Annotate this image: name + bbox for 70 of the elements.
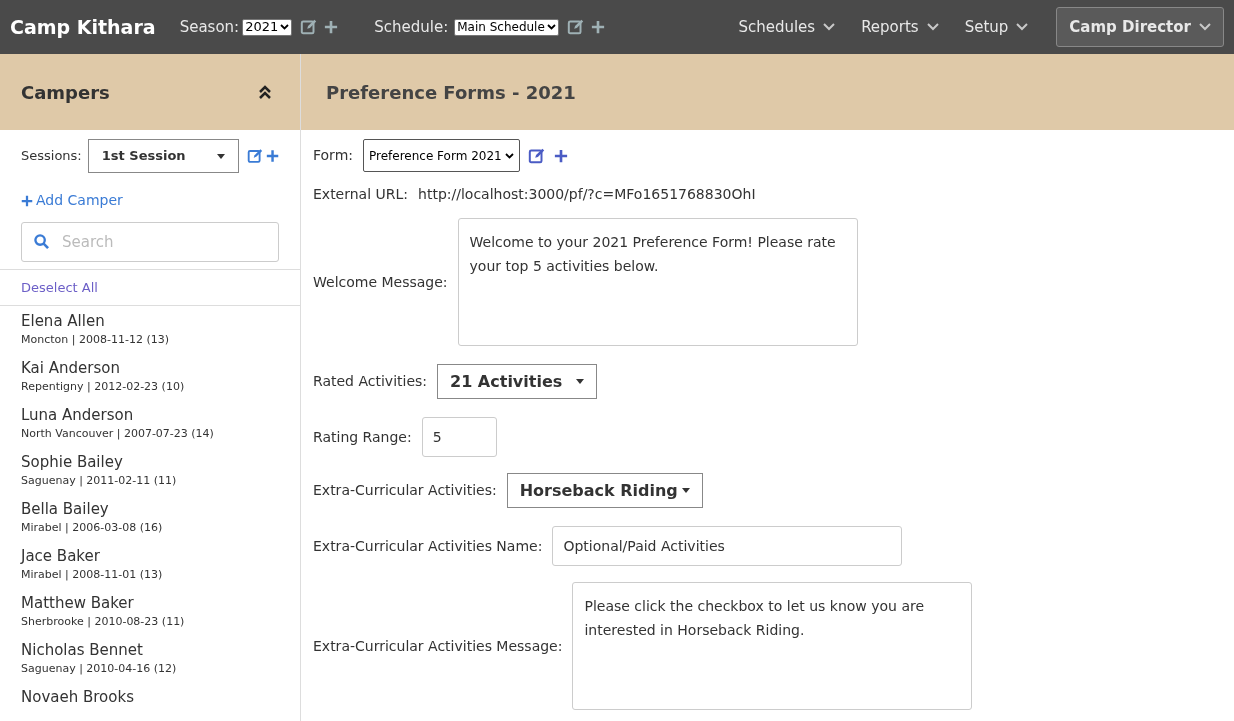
chevron-down-icon <box>504 152 514 159</box>
input-field[interactable]: Optional/Paid Activities <box>552 526 903 566</box>
camper-name[interactable]: Bella Bailey <box>21 498 279 519</box>
message-field[interactable]: Welcome to your 2021 Preference Form! Please rate your top 5 activities below. <box>457 218 858 346</box>
camper-details: Mirabel | 2008-11-01 (13) <box>21 566 164 583</box>
edit-icon[interactable] <box>566 18 585 36</box>
field-label: Extra-Curricular Activities: <box>313 481 497 500</box>
input-field[interactable]: 5 <box>421 417 497 457</box>
message-field[interactable]: Please click the checkbox to let us know you are interested in Horseback Riding. <box>572 582 973 710</box>
sessions-label: Sessions: <box>21 147 82 166</box>
caret-icon <box>217 153 226 159</box>
select-field[interactable]: Main Schedule <box>454 18 559 36</box>
caret-icon <box>681 488 690 493</box>
field-label: Welcome Message: <box>313 272 448 292</box>
select-field[interactable]: 2021 <box>242 18 293 36</box>
deselect-all-link[interactable]: Deselect All <box>0 270 300 306</box>
plus-icon[interactable] <box>21 194 33 207</box>
field-label: Extra-Curricular Activities Name: <box>313 536 543 556</box>
add-camper-link[interactable]: Add Camper <box>0 190 300 211</box>
nav-menu[interactable]: Reports <box>861 15 939 39</box>
sessions-select[interactable]: 1st Session <box>87 139 240 173</box>
edit-icon[interactable] <box>527 146 546 165</box>
camper-name[interactable]: Novaeh Brooks <box>21 686 279 707</box>
camper-details: Mirabel | 2006-03-08 (16) <box>21 519 164 536</box>
chevron-down-icon <box>280 24 290 30</box>
brand-title[interactable]: Camp Kithara <box>10 12 156 42</box>
user-menu[interactable]: Camp Director <box>1056 7 1224 47</box>
camper-details: North Vancouver | 2007-07-23 (14) <box>21 425 215 442</box>
camper-name[interactable]: Jace Baker <box>21 545 279 566</box>
chevron-down-icon <box>1016 23 1029 31</box>
dropdown-button[interactable]: 21 Activities <box>437 364 598 399</box>
plus-icon[interactable] <box>590 20 605 34</box>
search-icon <box>34 234 49 249</box>
field-label: External URL: <box>313 184 409 204</box>
field-label: Rated Activities: <box>313 372 428 391</box>
nav-menu[interactable]: Setup <box>964 15 1029 39</box>
camper-name[interactable]: Sophie Bailey <box>21 451 279 472</box>
form-select[interactable]: Preference Form 2021 <box>363 139 520 172</box>
camper-details: Repentigny | 2012-02-23 (10) <box>21 378 186 395</box>
page-title: Preference Forms - 2021 <box>326 80 576 105</box>
nav-menu[interactable]: Schedules <box>738 15 836 39</box>
camper-name[interactable]: Matthew Baker <box>21 592 279 613</box>
chevron-down-icon <box>823 23 836 31</box>
plus-icon[interactable] <box>265 149 279 163</box>
season-label: Season: <box>179 16 240 38</box>
edit-icon[interactable] <box>300 18 319 36</box>
caret-icon <box>576 379 585 384</box>
url-text: http://localhost:3000/pf/?c=MFo1651768830OhI <box>418 184 756 204</box>
search-field[interactable]: Search <box>21 222 279 262</box>
field-label: Form: <box>313 146 353 165</box>
chevron-down-icon <box>546 24 556 30</box>
chevron-down-icon <box>926 23 939 31</box>
plus-icon[interactable] <box>553 148 568 163</box>
plus-icon[interactable] <box>324 20 339 34</box>
camper-name[interactable]: Luna Anderson <box>21 404 279 425</box>
camper-name[interactable]: Kai Anderson <box>21 357 279 378</box>
field-label: Extra-Curricular Activities Message: <box>313 636 563 656</box>
schedule-label: Schedule: <box>374 16 449 38</box>
camper-name[interactable]: Elena Allen <box>21 310 279 331</box>
field-label: Rating Range: <box>313 427 412 447</box>
camper-details: Sherbrooke | 2010-08-23 (11) <box>21 613 186 630</box>
dropdown-button[interactable]: Horseback Riding <box>506 473 703 508</box>
edit-icon[interactable] <box>247 147 264 165</box>
sidebar-title: Campers <box>21 80 110 105</box>
collapse-icon[interactable] <box>258 84 272 100</box>
chevron-down-icon <box>1199 23 1211 31</box>
camper-details: Moncton | 2008-11-12 (13) <box>21 331 170 348</box>
camper-details: Saguenay | 2011-02-11 (11) <box>21 472 178 489</box>
camper-details: Saguenay | 2010-04-16 (12) <box>21 660 178 677</box>
camper-name[interactable]: Nicholas Bennet <box>21 639 279 660</box>
